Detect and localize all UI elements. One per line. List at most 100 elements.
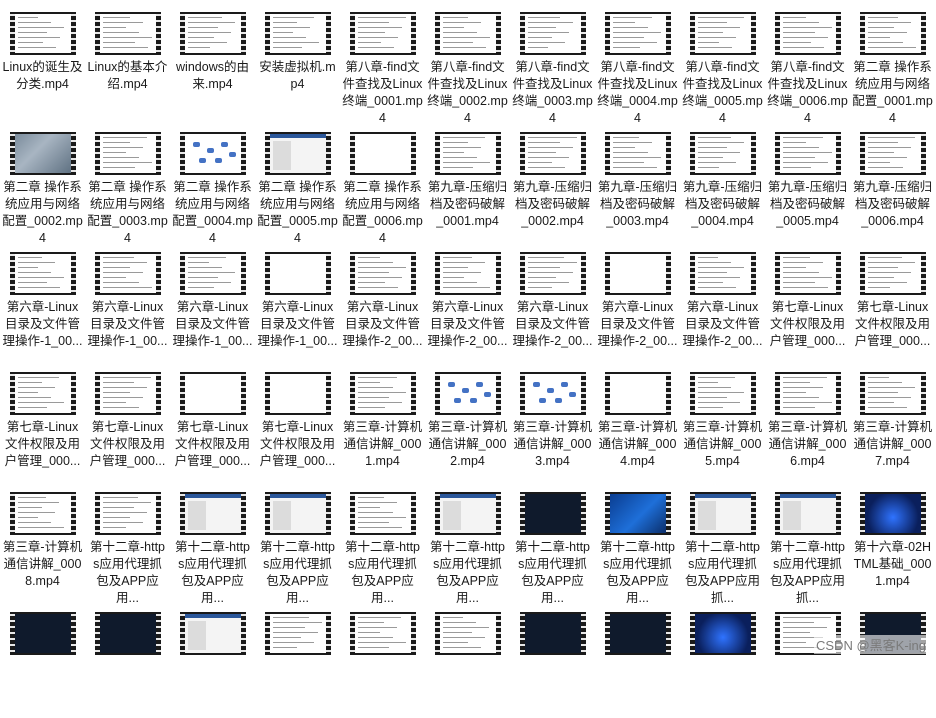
- video-thumbnail: [350, 132, 416, 175]
- video-file-item[interactable]: [85, 600, 170, 718]
- video-file-item[interactable]: [680, 600, 765, 718]
- video-file-item[interactable]: [510, 600, 595, 718]
- video-thumbnail: [860, 132, 926, 175]
- file-name-label: 第六章-Linux目录及文件管理操作-1_00...: [257, 300, 338, 348]
- video-file-item[interactable]: 第三章-计算机通信讲解_0006.mp4: [765, 360, 850, 478]
- video-file-item[interactable]: 第十二章-https应用代理抓包及APP应用...: [340, 480, 425, 605]
- file-name-label: 第二章 操作系统应用与网络配置_0001.mp4: [852, 60, 933, 125]
- video-thumbnail: [435, 12, 501, 55]
- video-file-item[interactable]: 安装虚拟机.mp4: [255, 0, 340, 118]
- video-file-item[interactable]: 第三章-计算机通信讲解_0001.mp4: [340, 360, 425, 478]
- video-file-item[interactable]: [255, 600, 340, 718]
- video-thumbnail: [10, 252, 76, 295]
- video-file-item[interactable]: 第九章-压缩归档及密码破解_0003.mp4: [595, 120, 680, 238]
- video-file-item[interactable]: windows的由来.mp4: [170, 0, 255, 118]
- file-name-label: 第三章-计算机通信讲解_0007.mp4: [852, 420, 933, 468]
- video-file-item[interactable]: 第六章-Linux目录及文件管理操作-1_00...: [85, 240, 170, 358]
- video-file-item[interactable]: 第六章-Linux目录及文件管理操作-1_00...: [170, 240, 255, 358]
- video-file-item[interactable]: 第十二章-https应用代理抓包及APP应用...: [510, 480, 595, 605]
- video-file-item[interactable]: 第二章 操作系统应用与网络配置_0003.mp4: [85, 120, 170, 245]
- video-file-item[interactable]: [765, 600, 850, 718]
- video-thumbnail: [435, 492, 501, 535]
- file-name-label: 第十六章-02HTML基础_0001.mp4: [853, 540, 932, 588]
- video-file-item[interactable]: 第十二章-https应用代理抓包及APP应用抓...: [680, 480, 765, 605]
- file-name-label: 第七章-Linux文件权限及用户管理_000...: [769, 300, 846, 348]
- file-name-label: 第七章-Linux文件权限及用户管理_000...: [89, 420, 166, 468]
- video-file-item[interactable]: 第六章-Linux目录及文件管理操作-2_00...: [680, 240, 765, 358]
- video-file-item[interactable]: [595, 600, 680, 718]
- video-file-item[interactable]: 第三章-计算机通信讲解_0007.mp4: [850, 360, 935, 478]
- video-file-item[interactable]: 第七章-Linux文件权限及用户管理_000...: [85, 360, 170, 478]
- video-thumbnail: [605, 372, 671, 415]
- video-thumbnail: [435, 252, 501, 295]
- video-file-item[interactable]: 第六章-Linux目录及文件管理操作-2_00...: [425, 240, 510, 358]
- video-file-item[interactable]: [850, 600, 935, 718]
- video-file-item[interactable]: 第三章-计算机通信讲解_0002.mp4: [425, 360, 510, 478]
- video-file-item[interactable]: 第八章-find文件查找及Linux终端_0002.mp4: [425, 0, 510, 125]
- video-file-item[interactable]: 第二章 操作系统应用与网络配置_0005.mp4: [255, 120, 340, 245]
- video-file-item[interactable]: 第二章 操作系统应用与网络配置_0004.mp4: [170, 120, 255, 245]
- video-file-item[interactable]: 第二章 操作系统应用与网络配置_0001.mp4: [850, 0, 935, 125]
- video-file-item[interactable]: 第六章-Linux目录及文件管理操作-2_00...: [510, 240, 595, 358]
- video-thumbnail: [860, 252, 926, 295]
- video-thumbnail: [10, 12, 76, 55]
- video-file-item[interactable]: 第八章-find文件查找及Linux终端_0005.mp4: [680, 0, 765, 125]
- video-file-item[interactable]: 第十六章-02HTML基础_0001.mp4: [850, 480, 935, 598]
- video-file-item[interactable]: 第六章-Linux目录及文件管理操作-2_00...: [595, 240, 680, 358]
- video-file-item[interactable]: 第三章-计算机通信讲解_0008.mp4: [0, 480, 85, 598]
- video-file-item[interactable]: 第七章-Linux文件权限及用户管理_000...: [170, 360, 255, 478]
- file-name-label: 第六章-Linux目录及文件管理操作-2_00...: [597, 300, 678, 348]
- video-file-item[interactable]: Linux的诞生及分类.mp4: [0, 0, 85, 118]
- video-thumbnail: [775, 12, 841, 55]
- video-file-item[interactable]: 第六章-Linux目录及文件管理操作-2_00...: [340, 240, 425, 358]
- video-thumbnail: [860, 372, 926, 415]
- video-file-item[interactable]: 第十二章-https应用代理抓包及APP应用...: [425, 480, 510, 605]
- csdn-watermark: CSDN @黑客K-ing: [814, 635, 928, 654]
- video-file-item[interactable]: 第二章 操作系统应用与网络配置_0006.mp4: [340, 120, 425, 245]
- video-file-item[interactable]: 第八章-find文件查找及Linux终端_0006.mp4: [765, 0, 850, 125]
- video-file-item[interactable]: Linux的基本介绍.mp4: [85, 0, 170, 118]
- video-thumbnail: [520, 132, 586, 175]
- video-file-item[interactable]: 第三章-计算机通信讲解_0003.mp4: [510, 360, 595, 478]
- video-file-item[interactable]: 第九章-压缩归档及密码破解_0001.mp4: [425, 120, 510, 238]
- video-thumbnail: [265, 132, 331, 175]
- video-file-item[interactable]: 第三章-计算机通信讲解_0005.mp4: [680, 360, 765, 478]
- video-file-item[interactable]: 第八章-find文件查找及Linux终端_0004.mp4: [595, 0, 680, 125]
- video-file-item[interactable]: 第十二章-https应用代理抓包及APP应用抓...: [765, 480, 850, 605]
- video-file-item[interactable]: 第七章-Linux文件权限及用户管理_000...: [255, 360, 340, 478]
- video-file-item[interactable]: 第九章-压缩归档及密码破解_0004.mp4: [680, 120, 765, 238]
- video-file-item[interactable]: 第七章-Linux文件权限及用户管理_000...: [765, 240, 850, 358]
- video-file-item[interactable]: 第十二章-https应用代理抓包及APP应用...: [595, 480, 680, 605]
- video-file-item[interactable]: 第九章-压缩归档及密码破解_0002.mp4: [510, 120, 595, 238]
- file-name-label: 第二章 操作系统应用与网络配置_0003.mp4: [87, 180, 168, 245]
- video-file-item[interactable]: 第十二章-https应用代理抓包及APP应用...: [85, 480, 170, 605]
- video-file-item[interactable]: 第六章-Linux目录及文件管理操作-1_00...: [255, 240, 340, 358]
- video-file-item[interactable]: 第十二章-https应用代理抓包及APP应用...: [255, 480, 340, 605]
- video-file-item[interactable]: [340, 600, 425, 718]
- file-name-label: 第八章-find文件查找及Linux终端_0003.mp4: [512, 60, 593, 125]
- file-name-label: 第二章 操作系统应用与网络配置_0002.mp4: [2, 180, 83, 245]
- video-file-item[interactable]: 第八章-find文件查找及Linux终端_0001.mp4: [340, 0, 425, 125]
- video-file-item[interactable]: 第六章-Linux目录及文件管理操作-1_00...: [0, 240, 85, 358]
- file-name-label: Linux的诞生及分类.mp4: [2, 60, 83, 91]
- file-name-label: 第七章-Linux文件权限及用户管理_000...: [4, 420, 81, 468]
- video-file-item[interactable]: [170, 600, 255, 718]
- video-file-item[interactable]: [0, 600, 85, 718]
- video-file-item[interactable]: 第七章-Linux文件权限及用户管理_000...: [0, 360, 85, 478]
- video-file-item[interactable]: 第九章-压缩归档及密码破解_0006.mp4: [850, 120, 935, 238]
- file-name-label: 第八章-find文件查找及Linux终端_0004.mp4: [597, 60, 678, 125]
- video-thumbnail: [265, 612, 331, 655]
- video-file-item[interactable]: 第七章-Linux文件权限及用户管理_000...: [850, 240, 935, 358]
- video-file-item[interactable]: 第二章 操作系统应用与网络配置_0002.mp4: [0, 120, 85, 245]
- file-name-label: 第六章-Linux目录及文件管理操作-2_00...: [342, 300, 423, 348]
- video-file-item[interactable]: 第八章-find文件查找及Linux终端_0003.mp4: [510, 0, 595, 125]
- file-name-label: 第三章-计算机通信讲解_0002.mp4: [427, 420, 508, 468]
- video-file-item[interactable]: 第九章-压缩归档及密码破解_0005.mp4: [765, 120, 850, 238]
- video-thumbnail: [605, 252, 671, 295]
- video-thumbnail: [690, 612, 756, 655]
- file-name-label: 安装虚拟机.mp4: [259, 60, 336, 91]
- video-file-item[interactable]: 第十二章-https应用代理抓包及APP应用...: [170, 480, 255, 605]
- file-name-label: 第六章-Linux目录及文件管理操作-2_00...: [427, 300, 508, 348]
- video-file-item[interactable]: 第三章-计算机通信讲解_0004.mp4: [595, 360, 680, 478]
- video-file-item[interactable]: [425, 600, 510, 718]
